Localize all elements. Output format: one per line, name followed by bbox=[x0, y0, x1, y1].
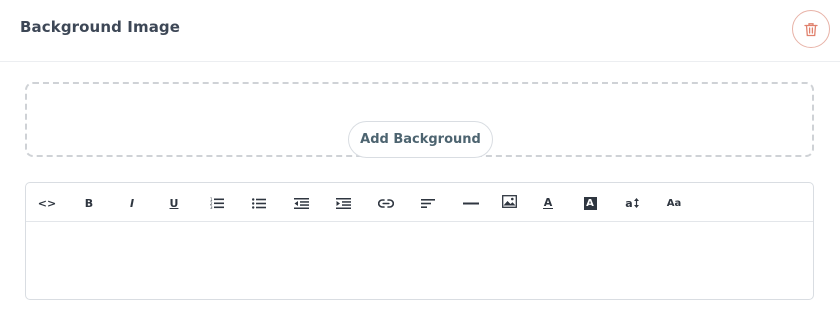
outdent-button[interactable] bbox=[290, 192, 312, 214]
font-size-icon: a bbox=[625, 197, 639, 210]
ordered-list-icon: 1 2 3 bbox=[210, 197, 224, 209]
background-color-icon: A bbox=[583, 196, 597, 210]
unordered-list-button[interactable] bbox=[248, 192, 270, 214]
link-button[interactable] bbox=[375, 192, 397, 214]
ordered-list-button[interactable]: 1 2 3 bbox=[206, 192, 228, 214]
rich-text-editor: <> B I U 1 2 3 A A a Aa bbox=[25, 182, 814, 300]
editor-content-area[interactable] bbox=[26, 223, 813, 299]
unordered-list-icon bbox=[252, 197, 266, 209]
image-icon bbox=[501, 194, 517, 208]
bold-button[interactable]: B bbox=[78, 192, 100, 214]
editor-toolbar: <> B I U 1 2 3 A A a Aa bbox=[26, 183, 813, 222]
font-color-button[interactable]: A bbox=[537, 192, 559, 214]
add-background-button[interactable]: Add Background bbox=[348, 121, 493, 158]
code-icon: <> bbox=[37, 196, 57, 210]
align-left-icon bbox=[421, 198, 435, 208]
code-button[interactable]: <> bbox=[36, 192, 58, 214]
background-color-button[interactable]: A bbox=[579, 192, 601, 214]
font-size-button[interactable]: a bbox=[621, 192, 643, 214]
italic-icon: I bbox=[129, 196, 135, 210]
font-family-button[interactable]: Aa bbox=[663, 192, 685, 214]
align-button[interactable] bbox=[417, 192, 439, 214]
font-family-icon: Aa bbox=[666, 197, 682, 209]
svg-text:3: 3 bbox=[210, 205, 213, 209]
size-arrows-icon bbox=[633, 198, 639, 208]
image-button[interactable] bbox=[498, 190, 520, 212]
underline-button[interactable]: U bbox=[163, 192, 185, 214]
horizontal-rule-icon bbox=[463, 202, 479, 204]
trash-icon bbox=[804, 22, 818, 36]
delete-button[interactable] bbox=[792, 10, 830, 48]
bold-icon: B bbox=[84, 196, 94, 210]
underline-icon: U bbox=[169, 196, 179, 210]
outdent-icon bbox=[293, 197, 309, 209]
section-title: Background Image bbox=[20, 18, 181, 36]
indent-icon bbox=[335, 197, 351, 209]
italic-button[interactable]: I bbox=[121, 192, 143, 214]
horizontal-rule-button[interactable] bbox=[460, 192, 482, 214]
section-header: Background Image bbox=[0, 0, 840, 62]
indent-button[interactable] bbox=[332, 192, 354, 214]
font-color-icon: A bbox=[542, 196, 554, 209]
background-dropzone[interactable]: Add Background bbox=[25, 82, 814, 158]
link-icon bbox=[378, 198, 394, 208]
